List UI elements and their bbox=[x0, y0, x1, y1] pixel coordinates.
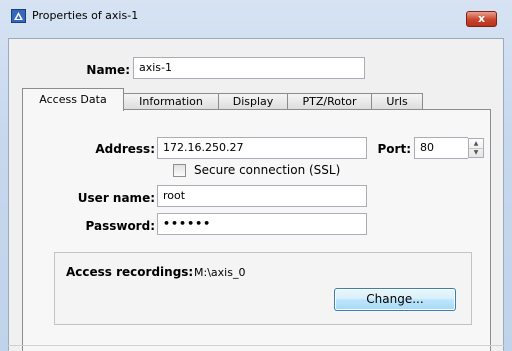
tab-display[interactable]: Display bbox=[218, 93, 288, 110]
port-label: Port: bbox=[377, 142, 412, 156]
name-field[interactable]: axis-1 bbox=[133, 57, 365, 79]
tab-information[interactable]: Information bbox=[123, 93, 219, 110]
title-bar[interactable]: Properties of axis-1 x bbox=[0, 0, 512, 34]
name-label: Name: bbox=[86, 63, 130, 77]
tab-ptz-rotor[interactable]: PTZ/Rotor bbox=[287, 93, 372, 110]
address-field[interactable]: 172.16.250.27 bbox=[157, 137, 367, 159]
ssl-checkbox[interactable] bbox=[173, 164, 186, 177]
recordings-path: M:\axis_0 bbox=[194, 266, 246, 279]
spin-down-icon[interactable]: ▼ bbox=[469, 148, 483, 157]
change-button[interactable]: Change... bbox=[334, 288, 456, 311]
username-label: User name: bbox=[77, 191, 155, 205]
port-spinner[interactable]: ▲ ▼ bbox=[468, 138, 484, 158]
properties-window: Properties of axis-1 x Name: axis-1 Acce… bbox=[0, 0, 512, 351]
tab-urls[interactable]: Urls bbox=[371, 93, 423, 110]
password-label: Password: bbox=[85, 219, 156, 233]
window-title: Properties of axis-1 bbox=[32, 9, 139, 22]
port-field[interactable]: 80 bbox=[414, 137, 468, 159]
recordings-label: Access recordings: bbox=[66, 265, 194, 279]
tab-access-data[interactable]: Access Data bbox=[22, 88, 124, 111]
ssl-label[interactable]: Secure connection (SSL) bbox=[194, 163, 340, 177]
password-field[interactable]: •••••• bbox=[157, 213, 367, 235]
bottom-divider bbox=[8, 345, 504, 346]
username-field[interactable]: root bbox=[157, 185, 367, 207]
address-label: Address: bbox=[95, 142, 155, 156]
axis-app-icon bbox=[11, 9, 26, 23]
close-button[interactable]: x bbox=[466, 11, 497, 27]
